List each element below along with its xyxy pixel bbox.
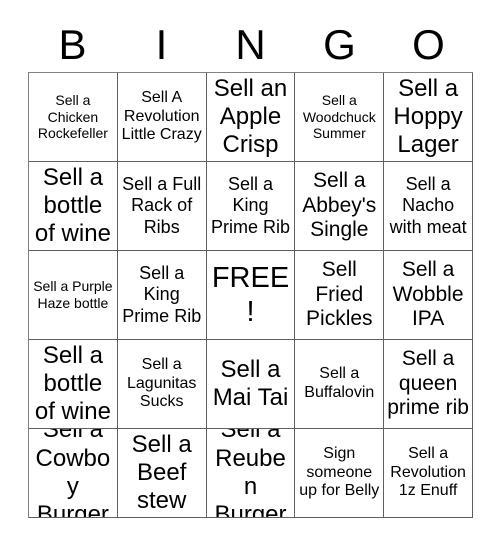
- bingo-cell-label: Sell a King Prime Rib: [122, 263, 202, 326]
- bingo-cell[interactable]: Sign someone up for Belly: [295, 429, 385, 518]
- bingo-header-letter-o: O: [412, 21, 445, 68]
- bingo-cell[interactable]: Sell a Nacho with meat: [384, 162, 473, 251]
- bingo-cell[interactable]: Sell a King Prime Rib: [206, 162, 296, 251]
- bingo-cell[interactable]: Sell a Lagunitas Sucks: [117, 340, 207, 429]
- bingo-cell-label: Sell a Chicken Rockefeller: [37, 92, 108, 142]
- bingo-cell-label: Sell a Abbey's Single: [302, 168, 377, 242]
- bingo-cell[interactable]: Sell a Beef stew: [117, 429, 207, 518]
- bingo-cell[interactable]: Sell a Purple Haze bottle: [29, 251, 118, 340]
- bingo-header-letter-g: G: [323, 21, 356, 68]
- bingo-cell-label: Sell a Cowboy Burger: [35, 429, 111, 518]
- bingo-cell[interactable]: Sell a Hoppy Lager: [384, 73, 473, 162]
- bingo-header-letter-n: N: [235, 21, 266, 68]
- bingo-header-letter-b: B: [58, 21, 87, 68]
- bingo-cell[interactable]: Sell a Mai Tai: [206, 340, 296, 429]
- bingo-cell[interactable]: Sell a bottle of wine: [29, 340, 118, 429]
- bingo-cell-label: Sell a Mai Tai: [212, 355, 289, 411]
- bingo-cell-label: Sign someone up for Belly: [299, 444, 380, 500]
- bingo-cell[interactable]: Sell a queen prime rib: [384, 340, 473, 429]
- bingo-cell-label: Sell a Purple Haze bottle: [33, 278, 113, 311]
- bingo-header: B I N G O: [28, 18, 473, 72]
- bingo-cell-label: Sell a King Prime Rib: [210, 174, 290, 237]
- bingo-cell-label: Sell a Beef stew: [131, 430, 192, 515]
- bingo-cell-label: Sell a Full Rack of Ribs: [122, 174, 202, 237]
- bingo-cell-label: Sell a Revolution 1z Enuff: [390, 444, 466, 500]
- bingo-cell[interactable]: Sell a bottle of wine: [29, 162, 118, 251]
- bingo-cell[interactable]: Sell a Abbey's Single: [295, 162, 385, 251]
- bingo-cell[interactable]: Sell a Chicken Rockefeller: [29, 73, 118, 162]
- bingo-cell-label: Sell a bottle of wine: [34, 163, 111, 248]
- bingo-cell[interactable]: Sell a Full Rack of Ribs: [117, 162, 207, 251]
- bingo-header-letter-i: I: [155, 21, 168, 68]
- bingo-cell[interactable]: Sell an Apple Crisp: [206, 73, 296, 162]
- bingo-cell-label: Sell an Apple Crisp: [213, 74, 288, 159]
- bingo-cell-label: Sell a Woodchuck Summer: [302, 92, 376, 142]
- bingo-cell[interactable]: Sell a Woodchuck Summer: [295, 73, 385, 162]
- bingo-cell-label: Sell a Wobble IPA: [392, 257, 464, 331]
- bingo-cell-label: Sell a queen prime rib: [387, 346, 469, 420]
- bingo-cell-label: Sell a Lagunitas Sucks: [127, 355, 197, 411]
- bingo-cell[interactable]: Sell A Revolution Little Crazy: [117, 73, 207, 162]
- bingo-cell-label: Sell a Reuben Burger: [214, 429, 287, 518]
- bingo-cell-label: Sell a Hoppy Lager: [393, 74, 463, 159]
- bingo-cell[interactable]: Sell a Buffalovin: [295, 340, 385, 429]
- bingo-cell[interactable]: Sell a Cowboy Burger: [29, 429, 118, 518]
- bingo-cell-label: Sell a bottle of wine: [34, 341, 111, 426]
- bingo-cell-free[interactable]: FREE!: [206, 251, 296, 340]
- bingo-cell-label: FREE!: [211, 261, 290, 328]
- bingo-cell[interactable]: Sell Fried Pickles: [295, 251, 385, 340]
- bingo-card: B I N G O Sell a Chicken Rockefeller Sell…: [0, 0, 500, 544]
- bingo-cell[interactable]: Sell a Revolution 1z Enuff: [384, 429, 473, 518]
- bingo-cell-label: Sell a Buffalovin: [304, 365, 375, 401]
- bingo-cell[interactable]: Sell a Reuben Burger: [206, 429, 296, 518]
- bingo-grid: Sell a Chicken Rockefeller Sell A Revolut…: [28, 72, 473, 518]
- bingo-cell[interactable]: Sell a King Prime Rib: [117, 251, 207, 340]
- bingo-cell-label: Sell Fried Pickles: [306, 257, 373, 331]
- bingo-cell-label: Sell A Revolution Little Crazy: [121, 88, 202, 144]
- bingo-cell-label: Sell a Nacho with meat: [389, 174, 467, 237]
- bingo-cell[interactable]: Sell a Wobble IPA: [384, 251, 473, 340]
